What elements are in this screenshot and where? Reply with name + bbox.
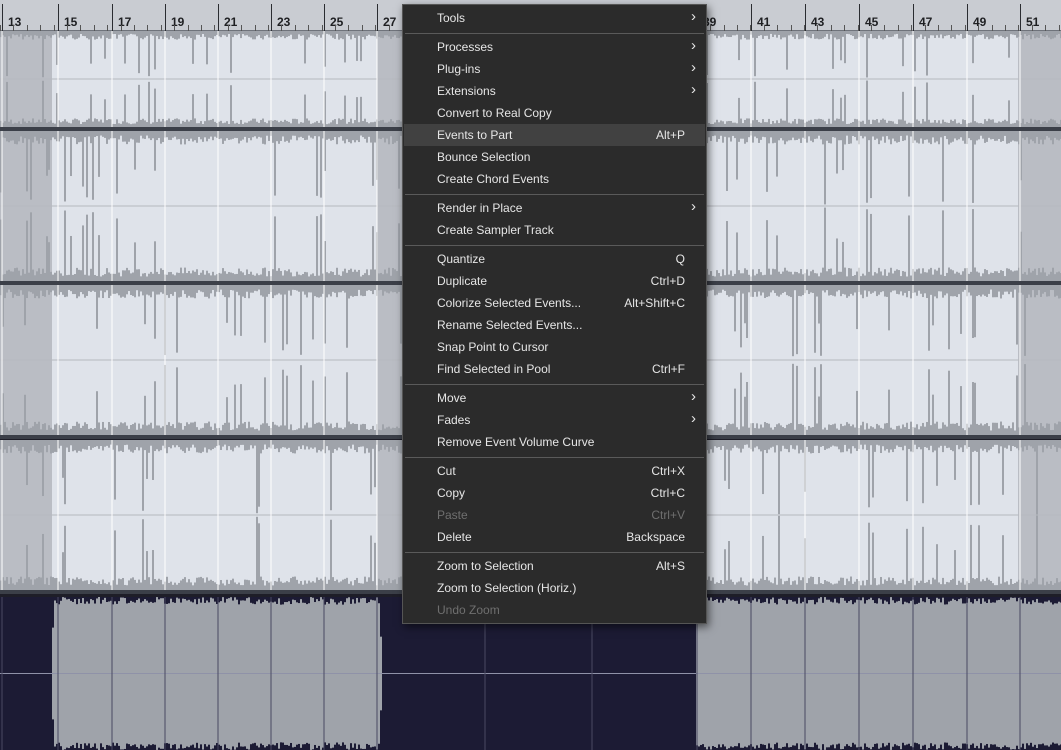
ruler-tick xyxy=(271,4,272,31)
ruler-tick xyxy=(58,4,59,31)
menu-item-copy[interactable]: Copy Ctrl+C xyxy=(404,482,705,504)
menu-item-zoom-to-selection[interactable]: Zoom to Selection Alt+S xyxy=(404,555,705,577)
menu-item-plug-ins[interactable]: Plug-ins › xyxy=(404,58,705,80)
menu-item-label: Extensions xyxy=(437,84,496,98)
ruler-tick xyxy=(859,4,860,31)
menu-item-label: Plug-ins xyxy=(437,62,481,76)
menu-item-label: Convert to Real Copy xyxy=(437,106,552,120)
menu-item-delete[interactable]: Delete Backspace xyxy=(404,526,705,548)
menu-item-label: Render in Place xyxy=(437,201,523,215)
menu-item-tools[interactable]: Tools › xyxy=(404,7,705,29)
ruler-bar-number: 13 xyxy=(8,15,22,29)
menu-item-find-selected-in-pool[interactable]: Find Selected in Pool Ctrl+F xyxy=(404,358,705,380)
menu-item-bounce-selection[interactable]: Bounce Selection xyxy=(404,146,705,168)
ruler-bar-number: 17 xyxy=(118,15,132,29)
menu-item-events-to-part[interactable]: Events to Part Alt+P xyxy=(404,124,705,146)
menu-item-label: Quantize xyxy=(437,252,486,266)
ruler-bar-number: 19 xyxy=(171,15,185,29)
menu-item-shortcut: Alt+Shift+C xyxy=(624,296,685,310)
menu-item-label: Tools xyxy=(437,11,466,25)
menu-item-render-in-place[interactable]: Render in Place › xyxy=(404,197,705,219)
menu-item-label: Rename Selected Events... xyxy=(437,318,583,332)
ruler-tick xyxy=(805,4,806,31)
menu-separator xyxy=(405,384,704,385)
menu-item-convert-to-real-copy[interactable]: Convert to Real Copy xyxy=(404,102,705,124)
chevron-right-icon: › xyxy=(691,37,696,54)
chevron-right-icon: › xyxy=(691,81,696,98)
menu-item-shortcut: Ctrl+D xyxy=(650,274,685,288)
ruler-bar-number: 21 xyxy=(224,15,238,29)
menu-item-label: Processes xyxy=(437,40,494,54)
menu-item-snap-point-to-cursor[interactable]: Snap Point to Cursor xyxy=(404,336,705,358)
menu-item-label: Fades xyxy=(437,413,471,427)
menu-item-create-sampler-track[interactable]: Create Sampler Track xyxy=(404,219,705,241)
menu-item-shortcut: Ctrl+X xyxy=(651,464,685,478)
menu-item-label: Colorize Selected Events... xyxy=(437,296,582,310)
ruler-tick xyxy=(377,4,378,31)
ruler-bar-number: 49 xyxy=(973,15,987,29)
menu-item-create-chord-events[interactable]: Create Chord Events xyxy=(404,168,705,190)
menu-item-label: Undo Zoom xyxy=(437,603,500,617)
chevron-right-icon: › xyxy=(691,198,696,215)
menu-item-undo-zoom: Undo Zoom xyxy=(404,599,705,621)
ruler-bar-number: 23 xyxy=(277,15,291,29)
menu-item-fades[interactable]: Fades › xyxy=(404,409,705,431)
menu-separator xyxy=(405,245,704,246)
ruler-tick xyxy=(1020,4,1021,31)
menu-item-duplicate[interactable]: Duplicate Ctrl+D xyxy=(404,270,705,292)
menu-separator xyxy=(405,457,704,458)
menu-item-label: Create Sampler Track xyxy=(437,223,554,237)
menu-item-label: Move xyxy=(437,391,467,405)
menu-item-label: Bounce Selection xyxy=(437,150,531,164)
menu-item-colorize-selected-events[interactable]: Colorize Selected Events... Alt+Shift+C xyxy=(404,292,705,314)
menu-item-shortcut: Q xyxy=(675,252,685,266)
ruler-tick xyxy=(112,4,113,31)
menu-item-label: Copy xyxy=(437,486,466,500)
menu-separator xyxy=(405,194,704,195)
menu-item-extensions[interactable]: Extensions › xyxy=(404,80,705,102)
menu-item-label: Cut xyxy=(437,464,456,478)
menu-item-label: Find Selected in Pool xyxy=(437,362,551,376)
menu-item-remove-event-volume-curve[interactable]: Remove Event Volume Curve xyxy=(404,431,705,453)
menu-item-quantize[interactable]: Quantize Q xyxy=(404,248,705,270)
ruler-tick xyxy=(913,4,914,31)
menu-item-label: Duplicate xyxy=(437,274,488,288)
menu-separator xyxy=(405,552,704,553)
menu-item-shortcut: Ctrl+F xyxy=(652,362,685,376)
menu-item-label: Remove Event Volume Curve xyxy=(437,435,595,449)
menu-item-zoom-to-selection-horiz[interactable]: Zoom to Selection (Horiz.) xyxy=(404,577,705,599)
menu-item-label: Snap Point to Cursor xyxy=(437,340,549,354)
ruler-tick xyxy=(751,4,752,31)
ruler-tick xyxy=(324,4,325,31)
ruler-tick xyxy=(165,4,166,31)
menu-item-processes[interactable]: Processes › xyxy=(404,36,705,58)
ruler-tick xyxy=(2,4,3,31)
menu-item-shortcut: Backspace xyxy=(626,530,685,544)
ruler-tick xyxy=(967,4,968,31)
menu-item-label: Zoom to Selection xyxy=(437,559,534,573)
menu-item-paste: Paste Ctrl+V xyxy=(404,504,705,526)
ruler-bar-number: 15 xyxy=(64,15,78,29)
chevron-right-icon: › xyxy=(691,410,696,427)
menu-item-label: Events to Part xyxy=(437,128,513,142)
chevron-right-icon: › xyxy=(691,8,696,25)
ruler-tick xyxy=(218,4,219,31)
menu-item-rename-selected-events[interactable]: Rename Selected Events... xyxy=(404,314,705,336)
menu-separator xyxy=(405,33,704,34)
chevron-right-icon: › xyxy=(691,388,696,405)
menu-item-shortcut: Alt+P xyxy=(655,128,685,142)
menu-item-cut[interactable]: Cut Ctrl+X xyxy=(404,460,705,482)
menu-item-label: Create Chord Events xyxy=(437,172,550,186)
menu-item-shortcut: Alt+S xyxy=(655,559,685,573)
event-context-menu: Tools › Processes › Plug-ins › Extensions › Conv… xyxy=(402,4,707,624)
menu-item-label: Paste xyxy=(437,508,468,522)
chevron-right-icon: › xyxy=(691,59,696,76)
menu-item-shortcut: Ctrl+V xyxy=(651,508,685,522)
menu-item-label: Delete xyxy=(437,530,472,544)
menu-item-label: Zoom to Selection (Horiz.) xyxy=(437,581,577,595)
ruler-bar-number: 25 xyxy=(330,15,344,29)
menu-item-shortcut: Ctrl+C xyxy=(650,486,685,500)
menu-item-move[interactable]: Move › xyxy=(404,387,705,409)
